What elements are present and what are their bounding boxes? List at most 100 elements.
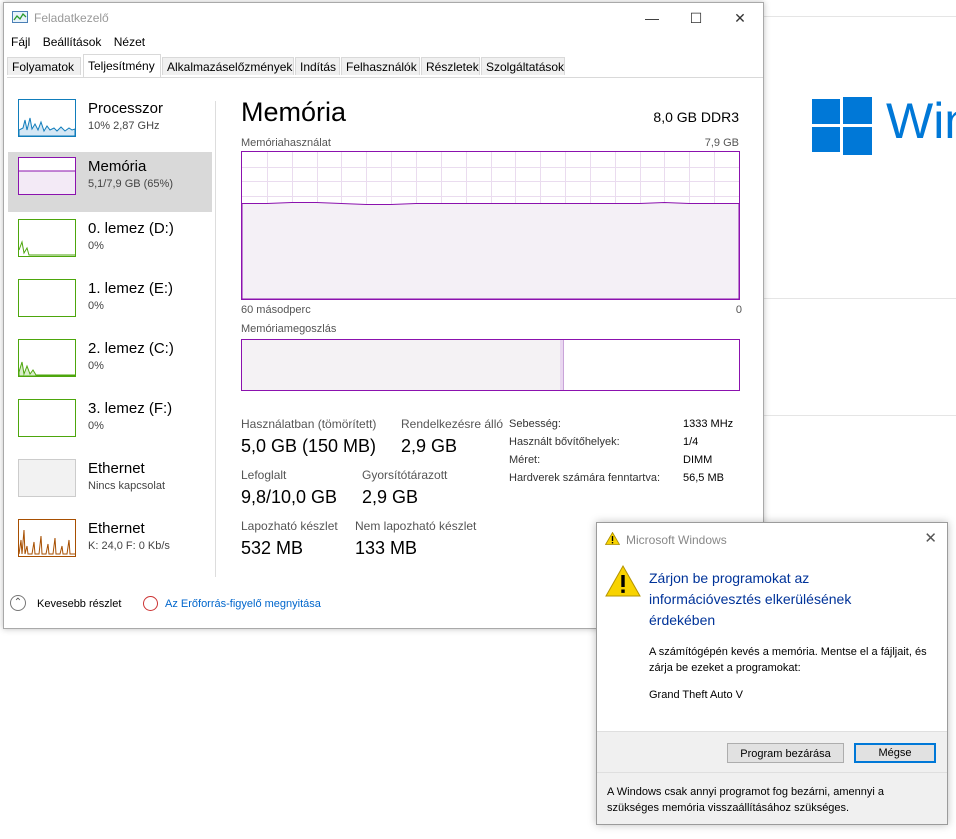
background-logo-text: Win: [886, 93, 956, 149]
sidebar-item-disk-3[interactable]: 3. lemez (F:) 0%: [8, 394, 212, 454]
tab-details[interactable]: Részletek: [421, 57, 480, 75]
dialog-footer: A Windows csak annyi programot fog bezár…: [597, 772, 947, 824]
nonpaged-pool-value: 133 MB: [355, 538, 418, 558]
sidebar-subtitle: Nincs kapcsolat: [88, 480, 166, 492]
sidebar-title: Ethernet: [88, 520, 145, 537]
windows-logo-icon: [812, 97, 872, 155]
sidebar-item-disk-0[interactable]: 0. lemez (D:) 0%: [8, 214, 212, 274]
sidebar-divider: [215, 101, 216, 577]
sidebar-subtitle: 5,1/7,9 GB (65%): [88, 178, 173, 190]
graph-time-right: 0: [735, 304, 742, 316]
background-divider: [762, 298, 956, 299]
paged-pool-value: 532 MB: [241, 538, 304, 558]
sidebar-subtitle: 0%: [88, 360, 104, 372]
tab-performance[interactable]: Teljesítmény: [83, 54, 161, 77]
menu-view[interactable]: Nézet: [114, 35, 145, 49]
graph-time-left: 60 másodperc: [241, 304, 311, 316]
sidebar-item-disk-2[interactable]: 2. lemez (C:) 0%: [8, 334, 212, 394]
sidebar-title: 2. lemez (C:): [88, 340, 174, 357]
sidebar-subtitle: 10% 2,87 GHz: [88, 120, 160, 132]
tab-users[interactable]: Felhasználók: [341, 57, 420, 75]
cpu-thumbnail: [18, 99, 76, 137]
paged-pool-label: Lapozható készlet: [241, 519, 338, 533]
memory-thumbnail: [18, 157, 76, 195]
dialog-close-icon[interactable]: ✕: [924, 529, 937, 547]
footer: ⌃ Kevesebb részlet Az Erőforrás-figyelő …: [10, 595, 410, 615]
sidebar-subtitle: K: 24,0 F: 0 Kb/s: [88, 540, 170, 552]
memory-usage-line: [242, 201, 739, 299]
committed-label: Lefoglalt: [241, 468, 287, 482]
task-manager-icon: [12, 11, 28, 23]
chevron-up-icon[interactable]: ⌃: [10, 595, 26, 611]
tab-services[interactable]: Szolgáltatások: [481, 57, 565, 75]
dialog-body: A számítógépén kevés a memória. Mentse e…: [649, 646, 927, 674]
window-title: Feladatkezelő: [34, 11, 109, 25]
dialog-button-area: Program bezárása Mégse: [597, 731, 947, 772]
reserved-key: Hardverek számára fenntartva:: [509, 472, 661, 484]
available-value: 2,9 GB: [401, 436, 458, 456]
ethernet-thumbnail: [18, 519, 76, 557]
maximize-button[interactable]: ☐: [673, 3, 719, 33]
background-divider: [762, 16, 956, 17]
close-program-button[interactable]: Program bezárása: [727, 743, 844, 763]
warning-icon: [605, 532, 620, 545]
slots-value: 1/4: [683, 436, 699, 448]
tab-app-history[interactable]: Alkalmazáselőzmények: [162, 57, 294, 75]
minimize-button[interactable]: —: [629, 3, 675, 33]
cancel-button[interactable]: Mégse: [854, 743, 936, 763]
form-factor-key: Méret:: [509, 454, 541, 466]
memory-usage-graph: [241, 151, 740, 300]
speed-key: Sebesség:: [509, 418, 561, 430]
disk-thumbnail: [18, 279, 76, 317]
warning-icon: [605, 565, 641, 597]
in-use-label: Használatban (tömörített): [241, 417, 377, 431]
ethernet-thumbnail: [18, 459, 76, 497]
sidebar-title: 3. lemez (F:): [88, 400, 173, 417]
dialog-footer-text: A Windows csak annyi programot fog bezár…: [607, 786, 884, 814]
close-button[interactable]: ✕: [717, 3, 763, 33]
disk-thumbnail: [18, 339, 76, 377]
menu-file[interactable]: Fájl: [11, 35, 30, 49]
composition-label: Memóriamegoszlás: [241, 323, 337, 335]
sidebar-title: Memória: [88, 158, 147, 175]
usage-graph-label: Memóriahasználat: [241, 137, 331, 149]
sidebar-item-memory[interactable]: Memória 5,1/7,9 GB (65%): [8, 152, 212, 212]
dialog-title: Microsoft Windows: [626, 533, 727, 547]
fewer-details-button[interactable]: Kevesebb részlet: [37, 598, 121, 610]
reserved-value: 56,5 MB: [683, 472, 724, 484]
title-bar[interactable]: Feladatkezelő — ☐ ✕: [4, 3, 763, 33]
composition-in-use: [242, 340, 562, 390]
tab-processes[interactable]: Folyamatok: [7, 57, 81, 75]
sidebar-item-ethernet-1[interactable]: Ethernet Nincs kapcsolat: [8, 454, 212, 514]
sidebar-subtitle: 0%: [88, 300, 104, 312]
resource-monitor-link[interactable]: Az Erőforrás-figyelő megnyitása: [165, 598, 321, 610]
composition-modified: [560, 340, 565, 390]
cached-value: 2,9 GB: [362, 487, 419, 507]
usage-graph-max: 7,9 GB: [704, 137, 739, 149]
tab-bar: Folyamatok Teljesítmény Alkalmazáselőzmé…: [7, 54, 763, 78]
nonpaged-pool-label: Nem lapozható készlet: [355, 519, 477, 533]
sidebar-item-cpu[interactable]: Processzor 10% 2,87 GHz: [8, 94, 212, 154]
form-factor-value: DIMM: [683, 454, 713, 466]
sidebar-title: Ethernet: [88, 460, 145, 477]
dialog-title-bar[interactable]: Microsoft Windows ✕: [597, 523, 947, 553]
in-use-value: 5,0 GB (150 MB): [241, 436, 377, 456]
disk-thumbnail: [18, 399, 76, 437]
memory-type: 8,0 GB DDR3: [653, 109, 739, 125]
memory-composition-bar: [241, 339, 740, 391]
sidebar-item-disk-1[interactable]: 1. lemez (E:) 0%: [8, 274, 212, 334]
resource-monitor-icon: [143, 596, 158, 611]
sidebar-title: Processzor: [88, 100, 164, 117]
sidebar-title: 0. lemez (D:): [88, 220, 174, 237]
disk-thumbnail: [18, 219, 76, 257]
menu-bar: Fájl Beállítások Nézet: [4, 35, 147, 53]
page-title: Memória: [241, 97, 347, 127]
background-divider: [762, 415, 956, 416]
tab-startup[interactable]: Indítás: [295, 57, 340, 75]
sidebar-subtitle: 0%: [88, 240, 104, 252]
menu-options[interactable]: Beállítások: [43, 35, 102, 49]
program-name: Grand Theft Auto V: [649, 689, 743, 701]
sidebar-item-ethernet-2[interactable]: Ethernet K: 24,0 F: 0 Kb/s: [8, 514, 212, 574]
dialog-heading: Zárjon be programokat az információveszt…: [649, 570, 852, 628]
low-memory-dialog: Microsoft Windows ✕ Zárjon be programoka…: [596, 522, 948, 825]
